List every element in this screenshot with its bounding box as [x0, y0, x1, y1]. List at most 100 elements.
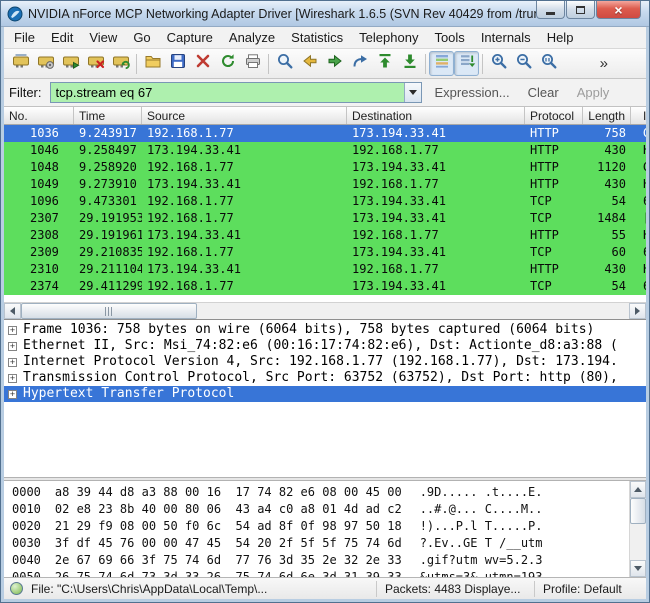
packet-row[interactable]: 230929.210835192.168.1.77173.194.33.41TC…	[4, 244, 646, 261]
file-close-button[interactable]	[190, 51, 215, 76]
packet-row[interactable]: 10499.273910173.194.33.41192.168.1.77HTT…	[4, 176, 646, 193]
filter-input[interactable]	[51, 83, 404, 102]
menu-item-analyze[interactable]: Analyze	[221, 27, 283, 48]
interface-list-button[interactable]	[8, 51, 33, 76]
packet-list-hscrollbar[interactable]	[4, 302, 646, 319]
expander-icon[interactable]: +	[8, 358, 17, 367]
expander-icon[interactable]: +	[8, 326, 17, 335]
file-open-button[interactable]	[140, 51, 165, 76]
reload-button[interactable]	[215, 51, 240, 76]
hex-row[interactable]: 001002 e8 23 8b 40 00 80 06 43 a4 c0 a8 …	[12, 501, 626, 518]
capture-start-button[interactable]	[58, 51, 83, 76]
scroll-up-button[interactable]	[630, 481, 646, 498]
menu-item-statistics[interactable]: Statistics	[283, 27, 351, 48]
capture-restart-button[interactable]	[108, 51, 133, 76]
filter-dropdown-button[interactable]	[404, 83, 421, 102]
minimize-button[interactable]	[536, 1, 565, 19]
cell-info: [	[631, 210, 646, 227]
hex-row[interactable]: 00402e 67 69 66 3f 75 74 6d 77 76 3d 35 …	[12, 552, 626, 569]
hex-row[interactable]: 00303f df 45 76 00 00 47 45 54 20 2f 5f …	[12, 535, 626, 552]
zoom-out-button[interactable]	[511, 51, 536, 76]
zoom-actual-button[interactable]	[536, 51, 561, 76]
details-row[interactable]: +Ethernet II, Src: Msi_74:82:e6 (00:16:1…	[4, 338, 646, 354]
toolbar-separator	[136, 54, 137, 74]
go-back-icon	[301, 52, 319, 75]
window-icon[interactable]	[7, 6, 23, 22]
details-row[interactable]: +Hypertext Transfer Protocol	[4, 386, 646, 402]
menu-item-tools[interactable]: Tools	[426, 27, 472, 48]
hex-row[interactable]: 005026 75 74 6d 73 3d 33 26 75 74 6d 6e …	[12, 569, 626, 577]
zoom-in-button[interactable]	[486, 51, 511, 76]
go-top-button[interactable]	[372, 51, 397, 76]
details-row[interactable]: +Transmission Control Protocol, Src Port…	[4, 370, 646, 386]
titlebar[interactable]: NVIDIA nForce MCP Networking Adapter Dri…	[1, 1, 649, 27]
packet-row[interactable]: 237429.411299192.168.1.77173.194.33.41TC…	[4, 278, 646, 295]
scroll-right-button[interactable]	[629, 303, 646, 319]
expander-icon[interactable]: +	[8, 374, 17, 383]
packet-row[interactable]: 231029.211104173.194.33.41192.168.1.77HT…	[4, 261, 646, 278]
find-button[interactable]	[272, 51, 297, 76]
expander-icon[interactable]: +	[8, 342, 17, 351]
go-back-button[interactable]	[297, 51, 322, 76]
hscroll-thumb[interactable]	[21, 303, 197, 319]
packet-row[interactable]: 10369.243917192.168.1.77173.194.33.41HTT…	[4, 125, 646, 142]
cell-source: 192.168.1.77	[142, 244, 347, 261]
details-row[interactable]: +Frame 1036: 758 bytes on wire (6064 bit…	[4, 322, 646, 338]
go-bottom-button[interactable]	[397, 51, 422, 76]
colorize-button[interactable]	[429, 51, 454, 76]
column-header-time[interactable]: Time	[74, 107, 142, 124]
menubar: FileEditViewGoCaptureAnalyzeStatisticsTe…	[4, 27, 646, 49]
menu-item-file[interactable]: File	[6, 27, 43, 48]
menu-item-go[interactable]: Go	[125, 27, 158, 48]
column-header-no[interactable]: No.	[4, 107, 74, 124]
menu-item-help[interactable]: Help	[539, 27, 582, 48]
menu-item-capture[interactable]: Capture	[159, 27, 221, 48]
scroll-down-button[interactable]	[630, 560, 646, 577]
filter-toolbar: Filter: Expression... Clear Apply	[4, 79, 646, 107]
close-button[interactable]: ×	[596, 1, 641, 19]
go-to-packet-button[interactable]	[347, 51, 372, 76]
menu-item-view[interactable]: View	[81, 27, 125, 48]
apply-button[interactable]: Apply	[572, 83, 615, 102]
hscroll-track[interactable]	[21, 303, 629, 319]
file-save-button[interactable]	[165, 51, 190, 76]
column-header-source[interactable]: Source	[142, 107, 347, 124]
packet-row[interactable]: 230829.191961173.194.33.41192.168.1.77HT…	[4, 227, 646, 244]
expander-icon[interactable]: +	[8, 390, 17, 399]
go-forward-button[interactable]	[322, 51, 347, 76]
hex-vscroll-track[interactable]	[630, 498, 646, 560]
hex-ascii: ?.Ev..GE T /__utm	[420, 535, 543, 552]
packet-row[interactable]: 230729.191953192.168.1.77173.194.33.41TC…	[4, 210, 646, 227]
capture-options-button[interactable]	[33, 51, 58, 76]
cell-source: 192.168.1.77	[142, 278, 347, 295]
cell-protocol: TCP	[525, 244, 583, 261]
maximize-button[interactable]	[566, 1, 595, 19]
menu-item-edit[interactable]: Edit	[43, 27, 81, 48]
cell-length: 430	[583, 176, 631, 193]
packet-row[interactable]: 10469.258497173.194.33.41192.168.1.77HTT…	[4, 142, 646, 159]
packet-row[interactable]: 10969.473301192.168.1.77173.194.33.41TCP…	[4, 193, 646, 210]
column-header-protocol[interactable]: Protocol	[525, 107, 583, 124]
print-button[interactable]	[240, 51, 265, 76]
cell-source: 173.194.33.41	[142, 261, 347, 278]
expert-info-led[interactable]	[10, 582, 23, 595]
capture-stop-button[interactable]	[83, 51, 108, 76]
column-header-length[interactable]: Length	[583, 107, 631, 124]
column-header-destination[interactable]: Destination	[347, 107, 525, 124]
menu-item-internals[interactable]: Internals	[473, 27, 539, 48]
details-row[interactable]: +Internet Protocol Version 4, Src: 192.1…	[4, 354, 646, 370]
arrow-right-icon	[635, 307, 640, 315]
column-header-in[interactable]: In	[631, 107, 646, 124]
hex-vscroll-thumb[interactable]	[630, 498, 646, 524]
hex-row[interactable]: 002021 29 f9 08 00 50 f0 6c 54 ad 8f 0f …	[12, 518, 626, 535]
hex-row[interactable]: 0000a8 39 44 d8 a3 88 00 16 17 74 82 e6 …	[12, 484, 626, 501]
menu-item-telephony[interactable]: Telephony	[351, 27, 426, 48]
expression-button[interactable]: Expression...	[430, 83, 515, 102]
auto-scroll-button[interactable]	[454, 51, 479, 76]
cell-length: 430	[583, 261, 631, 278]
scroll-left-button[interactable]	[4, 303, 21, 319]
packet-row[interactable]: 10489.258920192.168.1.77173.194.33.41HTT…	[4, 159, 646, 176]
clear-button[interactable]: Clear	[523, 83, 564, 102]
toolbar-overflow-button[interactable]: »	[596, 53, 612, 74]
hex-vscrollbar[interactable]	[629, 481, 646, 577]
